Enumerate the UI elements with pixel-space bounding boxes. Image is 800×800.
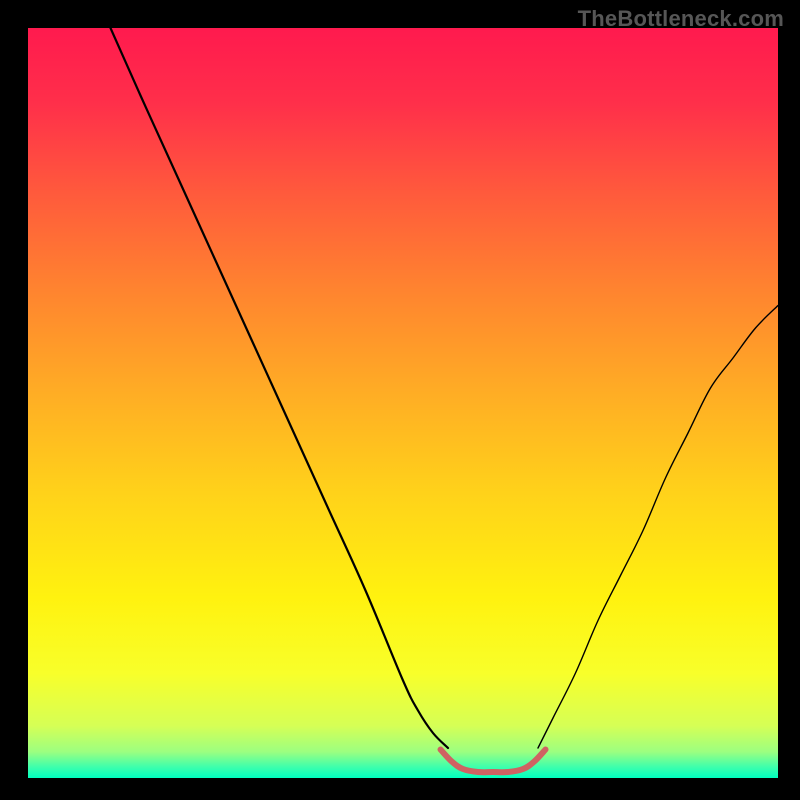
- watermark-text: TheBottleneck.com: [578, 6, 784, 32]
- chart-container: TheBottleneck.com: [0, 0, 800, 800]
- chart-svg: [28, 28, 778, 778]
- gradient-background: [28, 28, 778, 778]
- plot-area: [28, 28, 778, 778]
